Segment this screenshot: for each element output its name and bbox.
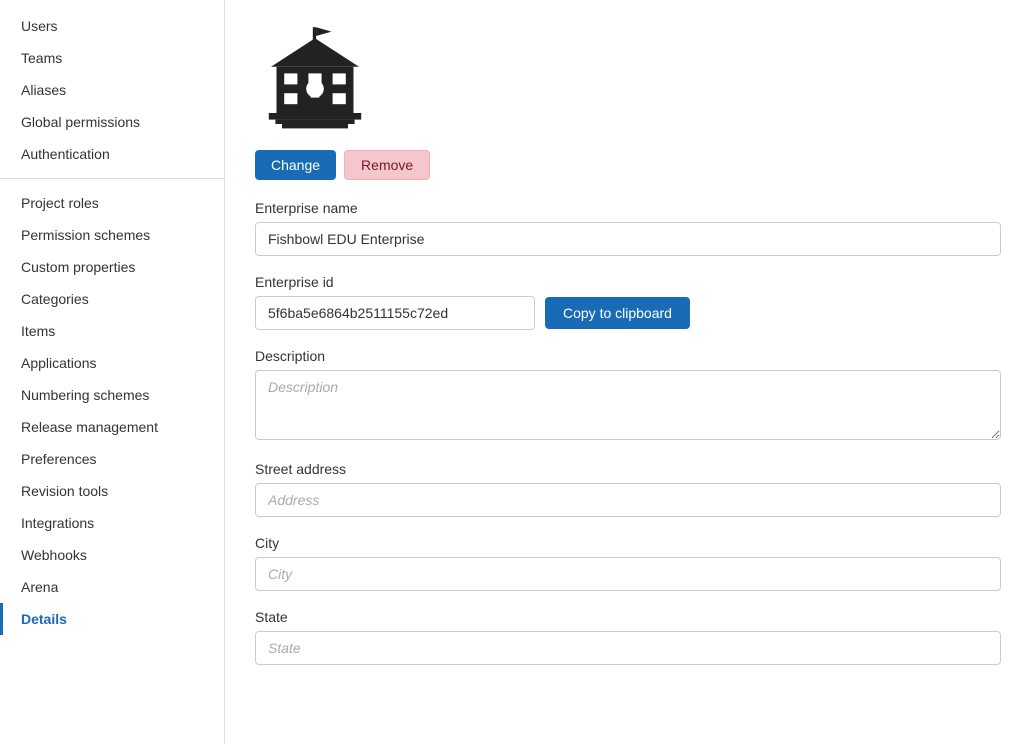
logo-area: Change Remove: [255, 20, 1001, 180]
street-address-group: Street address: [255, 461, 1001, 517]
sidebar-divider: [0, 178, 224, 179]
sidebar-item-revision-tools[interactable]: Revision tools: [0, 475, 224, 507]
sidebar-item-authentication[interactable]: Authentication: [0, 138, 224, 170]
sidebar-item-aliases[interactable]: Aliases: [0, 74, 224, 106]
sidebar-item-details[interactable]: Details: [0, 603, 224, 635]
sidebar-item-project-roles[interactable]: Project roles: [0, 187, 224, 219]
sidebar-item-users[interactable]: Users: [0, 10, 224, 42]
enterprise-id-label: Enterprise id: [255, 274, 1001, 290]
sidebar-item-arena[interactable]: Arena: [0, 571, 224, 603]
description-textarea[interactable]: [255, 370, 1001, 440]
city-group: City: [255, 535, 1001, 591]
enterprise-name-group: Enterprise name: [255, 200, 1001, 256]
enterprise-name-input[interactable]: [255, 222, 1001, 256]
logo-buttons: Change Remove: [255, 150, 430, 180]
sidebar-item-items[interactable]: Items: [0, 315, 224, 347]
description-label: Description: [255, 348, 1001, 364]
change-button[interactable]: Change: [255, 150, 336, 180]
remove-button[interactable]: Remove: [344, 150, 430, 180]
state-input[interactable]: [255, 631, 1001, 665]
enterprise-logo: [255, 20, 375, 140]
state-group: State: [255, 609, 1001, 665]
city-label: City: [255, 535, 1001, 551]
sidebar-item-custom-properties[interactable]: Custom properties: [0, 251, 224, 283]
sidebar-item-permission-schemes[interactable]: Permission schemes: [0, 219, 224, 251]
sidebar-item-applications[interactable]: Applications: [0, 347, 224, 379]
street-address-label: Street address: [255, 461, 1001, 477]
description-group: Description: [255, 348, 1001, 443]
state-label: State: [255, 609, 1001, 625]
city-input[interactable]: [255, 557, 1001, 591]
enterprise-id-row: Copy to clipboard: [255, 296, 1001, 330]
enterprise-id-input[interactable]: [255, 296, 535, 330]
copy-to-clipboard-button[interactable]: Copy to clipboard: [545, 297, 690, 329]
sidebar-item-categories[interactable]: Categories: [0, 283, 224, 315]
sidebar-item-teams[interactable]: Teams: [0, 42, 224, 74]
street-address-input[interactable]: [255, 483, 1001, 517]
main-content: Change Remove Enterprise name Enterprise…: [225, 0, 1031, 744]
sidebar-item-webhooks[interactable]: Webhooks: [0, 539, 224, 571]
sidebar-item-release-management[interactable]: Release management: [0, 411, 224, 443]
sidebar-item-numbering-schemes[interactable]: Numbering schemes: [0, 379, 224, 411]
sidebar-item-preferences[interactable]: Preferences: [0, 443, 224, 475]
sidebar-item-global-permissions[interactable]: Global permissions: [0, 106, 224, 138]
sidebar: UsersTeamsAliasesGlobal permissionsAuthe…: [0, 0, 225, 744]
enterprise-name-label: Enterprise name: [255, 200, 1001, 216]
enterprise-id-group: Enterprise id Copy to clipboard: [255, 274, 1001, 330]
sidebar-item-integrations[interactable]: Integrations: [0, 507, 224, 539]
